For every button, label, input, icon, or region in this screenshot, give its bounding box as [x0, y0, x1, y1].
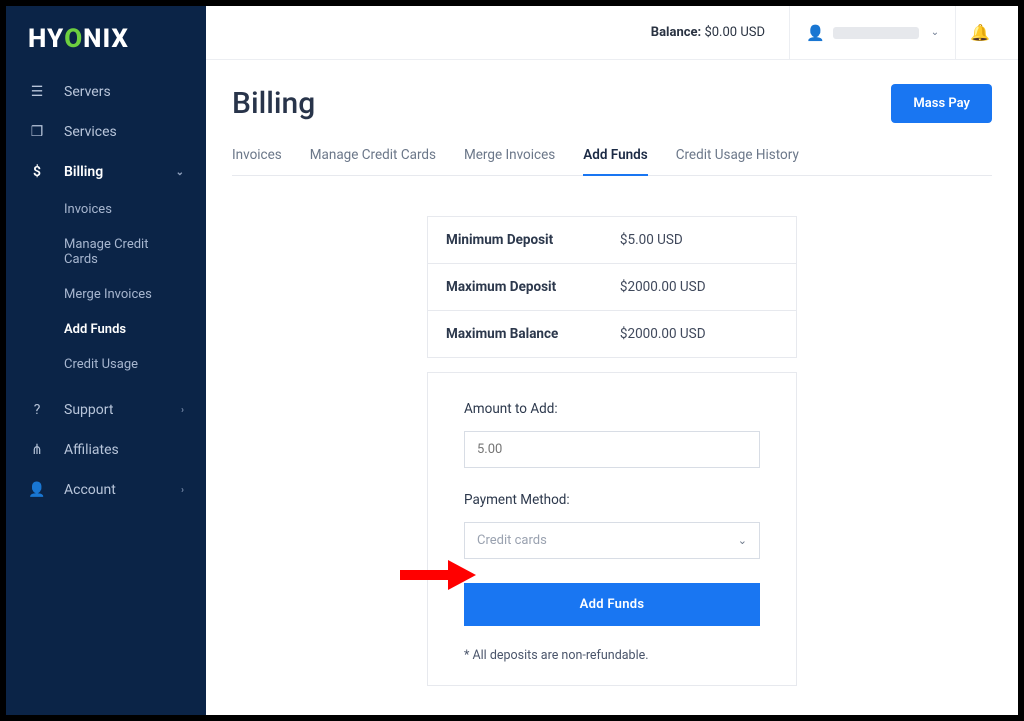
sidebar-item-label: Billing [64, 164, 103, 180]
user-icon: 👤 [28, 482, 46, 498]
sidebar-item-servers[interactable]: ☰ Servers [6, 72, 206, 112]
user-menu[interactable]: 👤 ⌄ [789, 6, 956, 59]
mass-pay-button[interactable]: Mass Pay [891, 84, 992, 123]
sidebar-item-label: Services [64, 124, 117, 140]
chevron-down-icon: ⌄ [738, 534, 747, 547]
notifications-button[interactable]: 🔔 [956, 23, 1004, 42]
dollar-icon: $ [28, 164, 46, 180]
subnav-add-funds[interactable]: Add Funds [6, 312, 206, 347]
bell-icon: 🔔 [970, 23, 990, 42]
avatar-icon: 👤 [806, 24, 825, 42]
limit-label: Maximum Deposit [446, 279, 620, 295]
billing-submenu: Invoices Manage Credit Cards Merge Invoi… [6, 192, 206, 390]
sidebar-item-services[interactable]: ❒ Services [6, 112, 206, 152]
tabs: Invoices Manage Credit Cards Merge Invoi… [232, 141, 992, 176]
amount-input[interactable] [464, 431, 760, 468]
box-icon: ❒ [28, 124, 46, 140]
chevron-right-icon: › [181, 405, 184, 416]
subnav-invoices[interactable]: Invoices [6, 192, 206, 227]
share-icon: ⋔ [28, 442, 46, 458]
main: Balance: $0.00 USD 👤 ⌄ 🔔 Billing Mass Pa… [206, 6, 1018, 715]
limit-value: $2000.00 USD [620, 279, 778, 295]
payment-method-label: Payment Method: [464, 492, 760, 508]
user-name-placeholder [833, 27, 919, 39]
limits-table: Minimum Deposit $5.00 USD Maximum Deposi… [427, 216, 797, 358]
servers-icon: ☰ [28, 84, 46, 100]
chevron-down-icon: ⌄ [931, 27, 939, 38]
balance-display: Balance: $0.00 USD [651, 25, 765, 40]
limit-row: Maximum Deposit $2000.00 USD [428, 263, 796, 310]
topbar: Balance: $0.00 USD 👤 ⌄ 🔔 [206, 6, 1018, 60]
sidebar-item-label: Affiliates [64, 442, 119, 458]
tab-invoices[interactable]: Invoices [232, 141, 282, 175]
tab-merge-invoices[interactable]: Merge Invoices [464, 141, 555, 175]
content: Billing Mass Pay Invoices Manage Credit … [206, 60, 1018, 715]
sidebar-item-label: Servers [64, 84, 111, 100]
page-header: Billing Mass Pay [232, 84, 992, 123]
add-funds-button[interactable]: Add Funds [464, 583, 760, 626]
help-icon: ? [28, 402, 46, 418]
payment-method-select[interactable]: Credit cards ⌄ [464, 522, 760, 559]
sidebar-item-label: Account [64, 482, 116, 498]
brand-logo: HYONIX [6, 24, 206, 72]
limit-row: Maximum Balance $2000.00 USD [428, 310, 796, 357]
limit-value: $2000.00 USD [620, 326, 778, 342]
limit-row: Minimum Deposit $5.00 USD [428, 217, 796, 263]
sidebar-item-billing[interactable]: $ Billing ⌄ [6, 152, 206, 192]
limit-label: Minimum Deposit [446, 232, 620, 248]
tab-credit-usage-history[interactable]: Credit Usage History [676, 141, 799, 175]
chevron-down-icon: ⌄ [176, 167, 184, 178]
sidebar-item-support[interactable]: ? Support › [6, 390, 206, 430]
sidebar-item-affiliates[interactable]: ⋔ Affiliates [6, 430, 206, 470]
tab-add-funds[interactable]: Add Funds [583, 141, 647, 175]
limit-label: Maximum Balance [446, 326, 620, 342]
panel-wrap: Minimum Deposit $5.00 USD Maximum Deposi… [232, 176, 992, 686]
add-funds-form: Amount to Add: Payment Method: Credit ca… [427, 372, 797, 686]
limit-value: $5.00 USD [620, 232, 778, 248]
refund-note: * All deposits are non-refundable. [464, 648, 760, 663]
sidebar-item-account[interactable]: 👤 Account › [6, 470, 206, 510]
amount-label: Amount to Add: [464, 401, 760, 417]
tab-manage-cc[interactable]: Manage Credit Cards [310, 141, 436, 175]
sidebar-item-label: Support [64, 402, 113, 418]
chevron-right-icon: › [181, 485, 184, 496]
subnav-merge-invoices[interactable]: Merge Invoices [6, 277, 206, 312]
subnav-manage-cc[interactable]: Manage Credit Cards [6, 227, 206, 277]
select-value: Credit cards [477, 533, 547, 548]
subnav-credit-usage[interactable]: Credit Usage [6, 347, 206, 382]
sidebar: HYONIX ☰ Servers ❒ Services $ Billing ⌄ … [6, 6, 206, 715]
page-title: Billing [232, 86, 315, 121]
